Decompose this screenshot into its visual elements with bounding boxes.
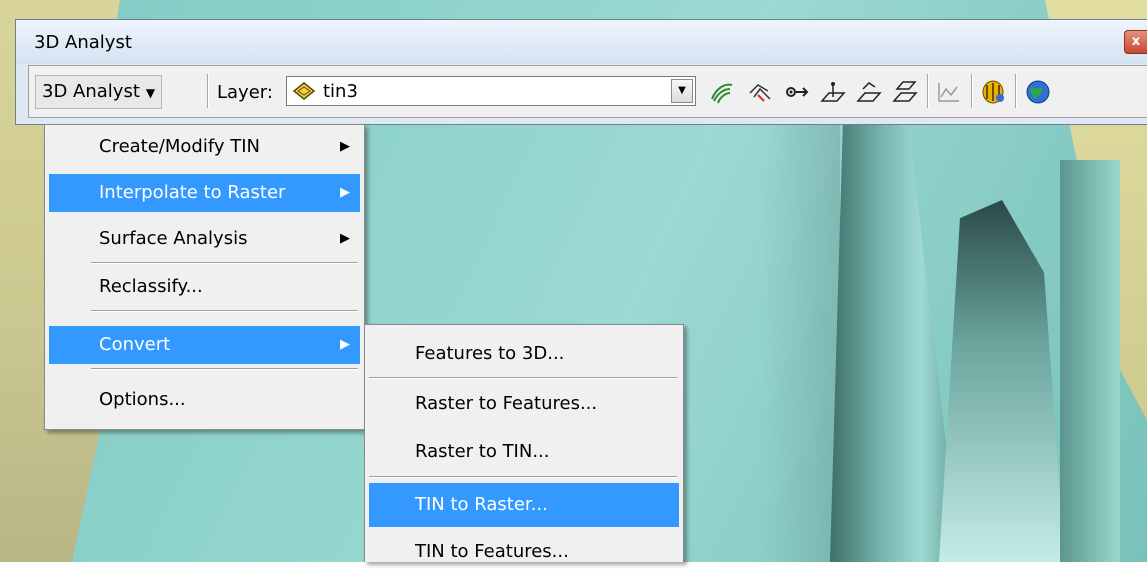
menu-item-create-modify-tin[interactable]: Create/Modify TIN ▶ [49, 128, 360, 166]
toolbar-separator [971, 74, 973, 108]
menu-separator [91, 310, 358, 312]
submenu-item-label: Raster to Features... [415, 393, 598, 414]
menu-separator [91, 262, 358, 264]
terrain-frame [1060, 160, 1120, 562]
menu-item-interpolate-to-raster[interactable]: Interpolate to Raster ▶ [49, 174, 360, 212]
menu-item-reclassify[interactable]: Reclassify... [49, 268, 360, 306]
submenu-item-label: Features to 3D... [415, 343, 565, 364]
toolbar-separator [1015, 74, 1017, 108]
window-title: 3D Analyst [34, 32, 132, 53]
line-of-sight-icon[interactable] [783, 79, 811, 105]
menu-item-label: Reclassify... [99, 276, 203, 297]
menu-separator [369, 377, 677, 379]
menu-item-options[interactable]: Options... [49, 381, 360, 419]
menu-separator [91, 368, 358, 370]
menu-item-label: Interpolate to Raster [99, 182, 286, 203]
toolbar: 3D Analyst ▼ Layer: tin3 ▼ [28, 65, 1147, 118]
menu-button-label: 3D Analyst [42, 81, 140, 102]
toolbar-separator [207, 74, 209, 108]
menu-item-label: Options... [99, 389, 186, 410]
menu-separator [369, 476, 677, 478]
interpolate-point-icon[interactable] [819, 79, 847, 105]
submenu-item-label: TIN to Features... [415, 541, 569, 562]
layer-label: Layer: [217, 82, 273, 103]
steepest-path-icon[interactable] [746, 79, 774, 105]
close-button[interactable]: x [1124, 30, 1147, 54]
chevron-down-icon: ▼ [145, 86, 156, 100]
window-titlebar[interactable]: 3D Analyst x [16, 20, 1147, 64]
submenu-arrow-icon: ▶ [340, 185, 350, 200]
layer-value: tin3 [323, 81, 358, 102]
convert-submenu: Features to 3D... Raster to Features... … [364, 324, 684, 562]
submenu-arrow-icon: ▶ [340, 139, 350, 154]
menu-item-label: Convert [99, 334, 171, 355]
3d-analyst-menu: Create/Modify TIN ▶ Interpolate to Raster… [44, 124, 365, 430]
submenu-arrow-icon: ▶ [340, 231, 350, 246]
submenu-item-tin-to-raster[interactable]: TIN to Raster... [369, 483, 679, 527]
interpolate-polygon-icon[interactable] [891, 79, 919, 105]
menu-item-convert[interactable]: Convert ▶ [49, 326, 360, 364]
toolbar-separator [927, 74, 929, 108]
terrain-shade [760, 120, 840, 562]
terrain-doorway [939, 200, 1065, 562]
tin-layer-icon [293, 82, 315, 100]
arcglobe-icon[interactable] [1024, 79, 1052, 105]
contour-icon[interactable] [708, 79, 736, 105]
menu-item-surface-analysis[interactable]: Surface Analysis ▶ [49, 220, 360, 258]
layer-select[interactable]: tin3 ▼ [286, 76, 696, 106]
interpolate-line-icon[interactable] [855, 79, 883, 105]
submenu-item-features-to-3d[interactable]: Features to 3D... [369, 335, 679, 373]
menu-item-label: Surface Analysis [99, 228, 248, 249]
submenu-item-raster-to-tin[interactable]: Raster to TIN... [369, 433, 679, 471]
menu-item-label: Create/Modify TIN [99, 136, 261, 157]
3d-analyst-toolbar-window: 3D Analyst x 3D Analyst ▼ Layer: tin3 ▼ [15, 19, 1147, 125]
submenu-item-tin-to-features[interactable]: TIN to Features... [369, 533, 679, 571]
3d-analyst-menu-button[interactable]: 3D Analyst ▼ [35, 75, 163, 109]
submenu-item-label: TIN to Raster... [415, 494, 548, 515]
submenu-arrow-icon: ▶ [340, 337, 350, 352]
arcscene-icon[interactable] [979, 79, 1007, 105]
submenu-item-raster-to-features[interactable]: Raster to Features... [369, 385, 679, 423]
chevron-down-icon[interactable]: ▼ [671, 79, 693, 103]
terrain-ridge [830, 120, 960, 562]
submenu-item-label: Raster to TIN... [415, 441, 550, 462]
profile-graph-icon[interactable] [935, 79, 963, 105]
